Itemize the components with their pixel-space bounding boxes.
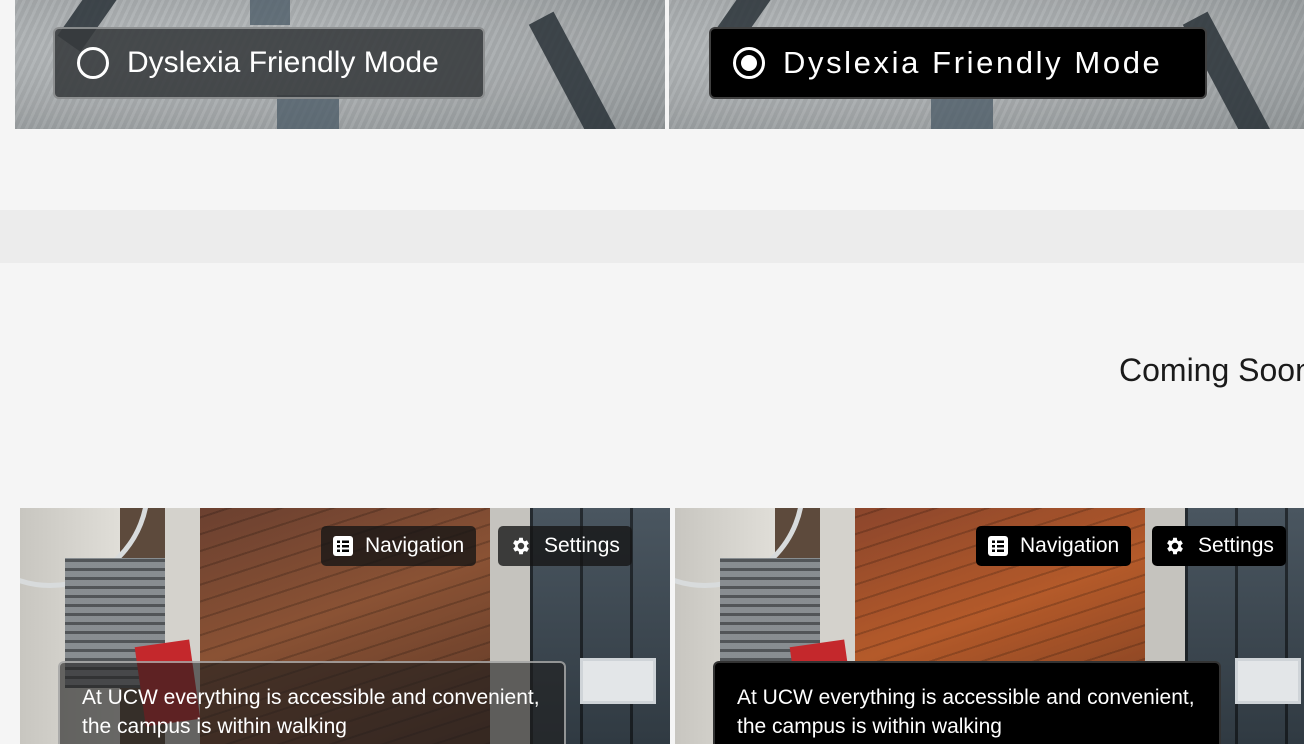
preview-panel-contrast-default: Navigation Settings At UCW everything is… xyxy=(20,508,670,744)
radio-empty-icon xyxy=(77,47,109,79)
settings-label: Settings xyxy=(1198,534,1274,557)
campus-description-text: At UCW everything is accessible and conv… xyxy=(737,686,1195,738)
navigation-button[interactable]: Navigation xyxy=(976,526,1132,566)
navigation-button[interactable]: Navigation xyxy=(321,526,477,566)
dyslexia-mode-option-active[interactable]: Dyslexia Friendly Mode xyxy=(709,27,1207,99)
gear-icon xyxy=(510,535,532,557)
preview-panel-default: Dyslexia Friendly Mode xyxy=(15,0,665,129)
campus-description-text: At UCW everything is accessible and conv… xyxy=(82,686,540,738)
coming-soon-heading: Coming Soon xyxy=(1119,352,1304,388)
section-divider-band xyxy=(0,210,1304,263)
dyslexia-mode-option-default[interactable]: Dyslexia Friendly Mode xyxy=(53,27,485,99)
gear-icon xyxy=(1164,535,1186,557)
campus-description-card: At UCW everything is accessible and conv… xyxy=(713,661,1221,744)
preview-panel-dyslexia: Dyslexia Friendly Mode xyxy=(669,0,1304,129)
settings-button[interactable]: Settings xyxy=(1152,526,1286,566)
settings-button[interactable]: Settings xyxy=(498,526,632,566)
navigation-label: Navigation xyxy=(1020,534,1120,557)
preview-panel-contrast-high: Navigation Settings At UCW everything is… xyxy=(675,508,1304,744)
dyslexia-mode-label: Dyslexia Friendly Mode xyxy=(783,45,1163,80)
navigation-label: Navigation xyxy=(365,534,465,557)
campus-description-card: At UCW everything is accessible and conv… xyxy=(58,661,566,744)
list-icon xyxy=(333,536,353,556)
settings-label: Settings xyxy=(544,534,620,557)
dyslexia-mode-label: Dyslexia Friendly Mode xyxy=(127,46,439,79)
radio-filled-icon xyxy=(733,47,765,79)
list-icon xyxy=(988,536,1008,556)
